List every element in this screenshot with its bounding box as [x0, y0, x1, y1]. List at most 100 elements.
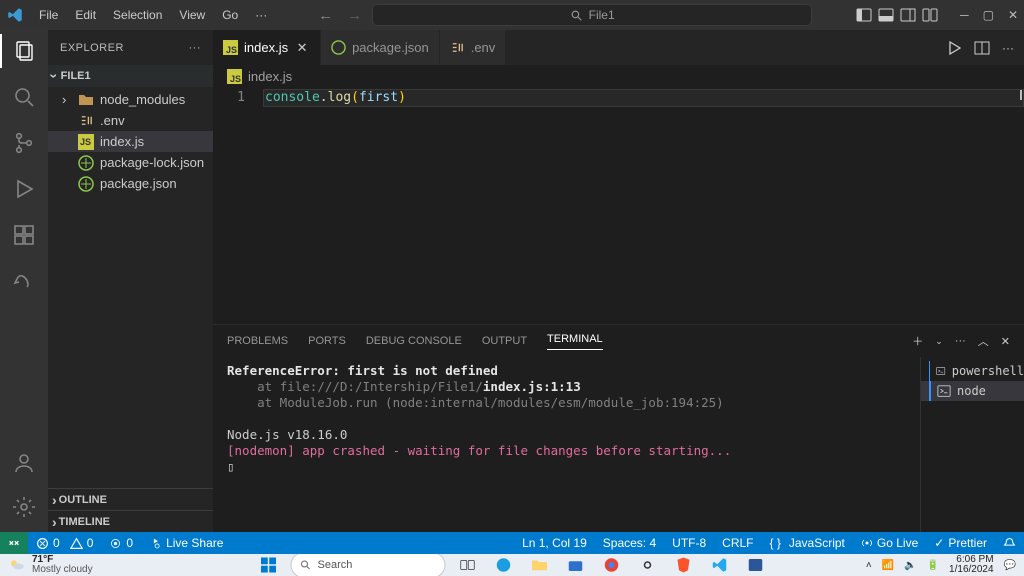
terminal-output[interactable]: ReferenceError: first is not defined at … — [213, 357, 920, 532]
menu-selection[interactable]: Selection — [106, 4, 169, 26]
status-live-share[interactable]: Live Share — [141, 536, 231, 550]
activity-source-control[interactable] — [11, 130, 37, 156]
panel-tab-output[interactable]: OUTPUT — [482, 335, 527, 347]
window-minimize-icon[interactable]: ─ — [960, 8, 969, 22]
tab-index-js[interactable]: JS index.js ✕ — [213, 30, 321, 65]
tree-item-node-modules[interactable]: › node_modules — [48, 89, 213, 110]
tab-label: index.js — [244, 40, 288, 55]
tree-item-label: index.js — [100, 134, 144, 149]
tree-item-label: package.json — [100, 176, 177, 191]
tab-close-icon[interactable]: ✕ — [294, 40, 310, 56]
tray-battery-icon[interactable]: 🔋 — [927, 560, 939, 571]
status-remote[interactable] — [0, 532, 28, 554]
breadcrumb[interactable]: JS index.js — [213, 65, 1024, 87]
taskbar-app-chrome[interactable] — [598, 554, 626, 576]
status-position[interactable]: Ln 1, Col 19 — [514, 536, 595, 550]
terminal-item-label: node — [957, 383, 986, 399]
panel-maximize-icon[interactable]: ︿ — [978, 333, 989, 349]
sidebar-section-timeline[interactable]: TIMELINE — [48, 510, 213, 532]
activity-search[interactable] — [11, 84, 37, 110]
terminal-item-powershell[interactable]: powershell — [921, 361, 1024, 381]
taskbar-app-explorer[interactable] — [526, 554, 554, 576]
panel-tab-terminal[interactable]: TERMINAL — [547, 333, 603, 350]
terminal-item-node[interactable]: node — [921, 381, 1024, 401]
status-bell-icon[interactable] — [995, 537, 1024, 550]
minimap[interactable] — [954, 87, 1024, 324]
layout-left-icon[interactable] — [856, 7, 872, 23]
tray-wifi-icon[interactable]: 📶 — [882, 560, 894, 571]
activity-account[interactable] — [11, 450, 37, 476]
activity-extensions[interactable] — [11, 222, 37, 248]
sidebar-section-outline[interactable]: OUTLINE — [48, 488, 213, 510]
status-prettier[interactable]: ✓Prettier — [926, 536, 995, 550]
panel-tab-ports[interactable]: PORTS — [308, 335, 346, 347]
tree-item-index-js[interactable]: JS index.js — [48, 131, 213, 152]
tray-notifications-icon[interactable]: 💬 — [1004, 560, 1016, 571]
tree-item-package-json[interactable]: package.json — [48, 173, 213, 194]
taskbar-search[interactable]: Search — [291, 554, 446, 576]
window-maximize-icon[interactable]: ▢ — [983, 8, 994, 22]
code-editor[interactable]: 1 console.log(first) — [213, 87, 1024, 324]
menu-view[interactable]: View — [172, 4, 212, 26]
panel-more-icon[interactable]: ··· — [955, 335, 966, 347]
menu-bar: File Edit Selection View Go ··· — [32, 4, 274, 26]
taskbar-app-brave[interactable] — [670, 554, 698, 576]
tray-volume-icon[interactable]: 🔈 — [904, 560, 916, 571]
panel-tab-debug[interactable]: DEBUG CONSOLE — [366, 335, 462, 347]
js-file-icon: JS — [78, 134, 94, 150]
tree-item-env[interactable]: .env — [48, 110, 213, 131]
taskbar-app-vscode[interactable] — [706, 554, 734, 576]
status-ports[interactable]: 0 — [101, 536, 141, 550]
command-center[interactable]: File1 — [372, 4, 812, 26]
weather-desc: Mostly cloudy — [32, 565, 93, 575]
status-eol[interactable]: CRLF — [714, 536, 761, 550]
activity-settings[interactable] — [11, 494, 37, 520]
taskbar-app-edge[interactable] — [490, 554, 518, 576]
activity-remote[interactable] — [11, 268, 37, 294]
terminal-new-icon[interactable]: ＋ — [912, 333, 923, 349]
activity-run-debug[interactable] — [11, 176, 37, 202]
taskbar-app-settings[interactable] — [634, 554, 662, 576]
status-errors[interactable]: 00 — [28, 536, 101, 550]
tray-chevron-icon[interactable]: ˄ — [866, 560, 872, 571]
menu-file[interactable]: File — [32, 4, 65, 26]
window-close-icon[interactable]: ✕ — [1008, 8, 1018, 22]
status-encoding[interactable]: UTF-8 — [664, 536, 714, 550]
menu-more[interactable]: ··· — [248, 4, 274, 26]
taskbar-start[interactable] — [255, 554, 283, 576]
tab-package-json[interactable]: package.json — [321, 30, 440, 65]
tab-env[interactable]: .env — [440, 30, 507, 65]
split-editor-icon[interactable] — [974, 40, 990, 56]
taskbar-app-store[interactable] — [562, 554, 590, 576]
menu-edit[interactable]: Edit — [68, 4, 103, 26]
status-language[interactable]: { }JavaScript — [762, 536, 853, 550]
status-warning-count: 0 — [87, 536, 94, 550]
status-go-live[interactable]: Go Live — [853, 536, 926, 550]
tree-item-label: node_modules — [100, 92, 185, 107]
activity-explorer[interactable] — [11, 38, 37, 64]
taskbar-app-word[interactable] — [742, 554, 770, 576]
menu-go[interactable]: Go — [215, 4, 245, 26]
status-spaces[interactable]: Spaces: 4 — [595, 536, 664, 550]
layout-custom-icon[interactable] — [922, 7, 938, 23]
layout-controls — [856, 7, 938, 23]
editor-more-icon[interactable]: ··· — [1002, 41, 1014, 55]
taskbar-task-view[interactable] — [454, 554, 482, 576]
run-icon[interactable] — [946, 40, 962, 56]
nav-forward-icon[interactable]: → — [347, 7, 362, 24]
sidebar-section-label: OUTLINE — [59, 494, 107, 506]
tree-item-package-lock[interactable]: package-lock.json — [48, 152, 213, 173]
terminal-dropdown-icon[interactable]: ⌄ — [935, 336, 943, 347]
tray-clock[interactable]: 6:06 PM1/16/2024 — [949, 555, 994, 575]
explorer-folder-header[interactable]: FILE1 — [48, 65, 213, 87]
panel-tabs: PROBLEMS PORTS DEBUG CONSOLE OUTPUT TERM… — [213, 325, 1024, 357]
taskbar-weather[interactable]: 71°FMostly cloudy — [8, 555, 93, 575]
terminal-icon — [937, 384, 951, 398]
layout-right-icon[interactable] — [900, 7, 916, 23]
layout-bottom-icon[interactable] — [878, 7, 894, 23]
explorer-more-icon[interactable]: ··· — [189, 42, 202, 54]
panel-tab-problems[interactable]: PROBLEMS — [227, 335, 288, 347]
panel-close-icon[interactable]: ✕ — [1001, 335, 1010, 348]
nav-back-icon[interactable]: ← — [318, 7, 333, 24]
status-error-count: 0 — [53, 536, 60, 550]
